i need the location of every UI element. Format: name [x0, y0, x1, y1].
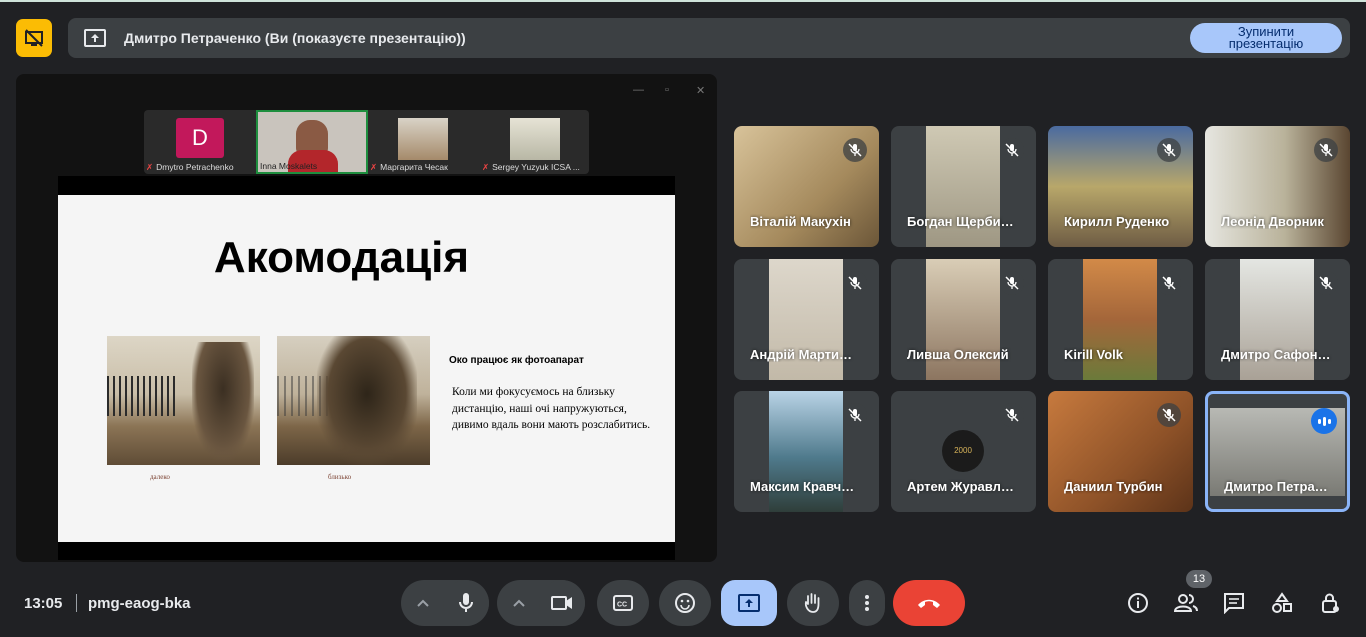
- host-controls-icon[interactable]: [1317, 590, 1343, 616]
- mic-off-icon: [1157, 138, 1181, 162]
- participant-tile[interactable]: Віталій Макухін: [734, 126, 879, 247]
- stop-presenting-button[interactable]: Зупинити презентацію: [1190, 23, 1342, 53]
- raise-hand-button[interactable]: [787, 580, 839, 626]
- stop-label-line2: презентацію: [1228, 36, 1304, 51]
- reactions-button[interactable]: [659, 580, 711, 626]
- mic-off-icon: [1000, 138, 1024, 162]
- avatar: D: [176, 118, 224, 158]
- shared-thumbnail: ✗ Sergey Yuzyuk ICSA ...: [480, 110, 592, 174]
- shared-thumbnail-active: Inna Moskalets: [256, 110, 368, 174]
- mic-off-icon: [1314, 138, 1338, 162]
- presentation-slide: Акомодація далеко близько Око працює як …: [58, 195, 675, 542]
- thumbnail-name: Inna Moskalets: [260, 161, 318, 171]
- close-icon: ✕: [696, 85, 706, 97]
- mic-off-icon: [843, 403, 867, 427]
- meeting-code: pmg-eaog-bka: [88, 595, 191, 612]
- mic-off-icon: [1314, 271, 1338, 295]
- participant-tile[interactable]: Ливша Олексий: [891, 259, 1036, 380]
- mic-off-icon: [1157, 403, 1181, 427]
- slide-body-text: Коли ми фокусуємось на близьку дистанцію…: [452, 386, 651, 431]
- activities-icon[interactable]: [1269, 590, 1295, 616]
- mic-off-icon: [843, 138, 867, 162]
- video-feed: [398, 118, 448, 160]
- divider: [76, 594, 77, 612]
- participant-name: Максим Кравч…: [750, 479, 855, 494]
- participant-tile[interactable]: Даниил Турбин: [1048, 391, 1193, 512]
- video-options-chevron-icon[interactable]: [501, 580, 537, 626]
- participant-name: Кирилл Руденко: [1064, 214, 1170, 229]
- thumbnail-name: Маргарита Чесак: [380, 162, 448, 172]
- participant-tile[interactable]: Kirill Volk: [1048, 259, 1193, 380]
- participant-name: Богдан Щерби…: [907, 214, 1014, 229]
- participant-name: Леонід Дворник: [1221, 214, 1324, 229]
- participant-name: Дмитро Петра…: [1224, 479, 1328, 494]
- participant-tile[interactable]: Максим Кравч…: [734, 391, 879, 512]
- participant-tile[interactable]: Кирилл Руденко: [1048, 126, 1193, 247]
- participant-tile[interactable]: Леонід Дворник: [1205, 126, 1350, 247]
- caption-far: далеко: [150, 473, 170, 481]
- present-now-button[interactable]: [721, 580, 777, 626]
- people-count-badge: 13: [1186, 570, 1212, 588]
- mic-off-icon: ✗: [482, 162, 490, 172]
- caption-near: близько: [328, 473, 352, 481]
- participant-tile[interactable]: Андрій Марти…: [734, 259, 879, 380]
- camera-button[interactable]: [539, 580, 585, 626]
- participant-name: Даниил Турбин: [1064, 479, 1163, 494]
- maximize-icon: ▫: [665, 84, 669, 96]
- svg-text:CC: CC: [617, 602, 627, 609]
- participant-tile[interactable]: Дмитро Сафон…: [1205, 259, 1350, 380]
- shared-thumbnail: D ✗ Dmytro Petrachenko: [144, 110, 256, 174]
- participant-name: Андрій Марти…: [750, 347, 852, 362]
- avatar: 2000: [942, 430, 984, 472]
- participant-name: Артем Журавл…: [907, 479, 1014, 494]
- video-feed: [510, 118, 560, 160]
- slide-title: Акомодація: [213, 233, 470, 282]
- presenting-indicator-icon: [16, 19, 52, 57]
- participant-tile[interactable]: 2000 Артем Журавл…: [891, 391, 1036, 512]
- participant-name: Віталій Макухін: [750, 214, 851, 229]
- more-options-button[interactable]: [849, 580, 885, 626]
- people-icon[interactable]: [1173, 590, 1199, 616]
- slide-image-near: [277, 336, 430, 465]
- participant-name: Дмитро Сафон…: [1221, 347, 1331, 362]
- participant-tile[interactable]: Богдан Щерби…: [891, 126, 1036, 247]
- mic-off-icon: [1000, 403, 1024, 427]
- minimize-icon: —: [633, 84, 644, 96]
- screen-share-icon: [84, 27, 106, 49]
- captions-button[interactable]: CC: [597, 580, 649, 626]
- presenter-text: Дмитро Петраченко (Ви (показуєте презент…: [124, 30, 466, 46]
- participant-name: Kirill Volk: [1064, 347, 1123, 362]
- mic-off-icon: [1000, 271, 1024, 295]
- mic-off-icon: ✗: [146, 162, 154, 172]
- top-accent-line: [0, 0, 1366, 2]
- presenting-banner: Дмитро Петраченко (Ви (показуєте презент…: [68, 18, 1350, 58]
- microphone-button[interactable]: [443, 580, 489, 626]
- shared-thumbnail: ✗ Маргарита Чесак: [368, 110, 480, 174]
- mic-off-icon: [1157, 271, 1181, 295]
- audio-options-chevron-icon[interactable]: [405, 580, 441, 626]
- slide-subheading: Око працює як фотоапарат: [449, 355, 584, 366]
- meeting-details-icon[interactable]: [1125, 590, 1151, 616]
- shared-screen-view: — ▫ ✕ D ✗ Dmytro Petrachenko Inna Moskale…: [16, 74, 717, 562]
- leave-call-button[interactable]: [893, 580, 965, 626]
- mic-off-icon: [843, 271, 867, 295]
- clock: 13:05: [24, 595, 63, 612]
- participant-tile-speaking[interactable]: Дмитро Петра…: [1205, 391, 1350, 512]
- slide-image-far: [107, 336, 260, 465]
- thumbnail-name: Sergey Yuzyuk ICSA ...: [492, 162, 580, 172]
- chat-icon[interactable]: [1221, 590, 1247, 616]
- thumbnail-name: Dmytro Petrachenko: [156, 162, 234, 172]
- mic-off-icon: ✗: [370, 162, 378, 172]
- speaking-indicator-icon: [1311, 408, 1337, 434]
- participant-name: Ливша Олексий: [907, 347, 1009, 362]
